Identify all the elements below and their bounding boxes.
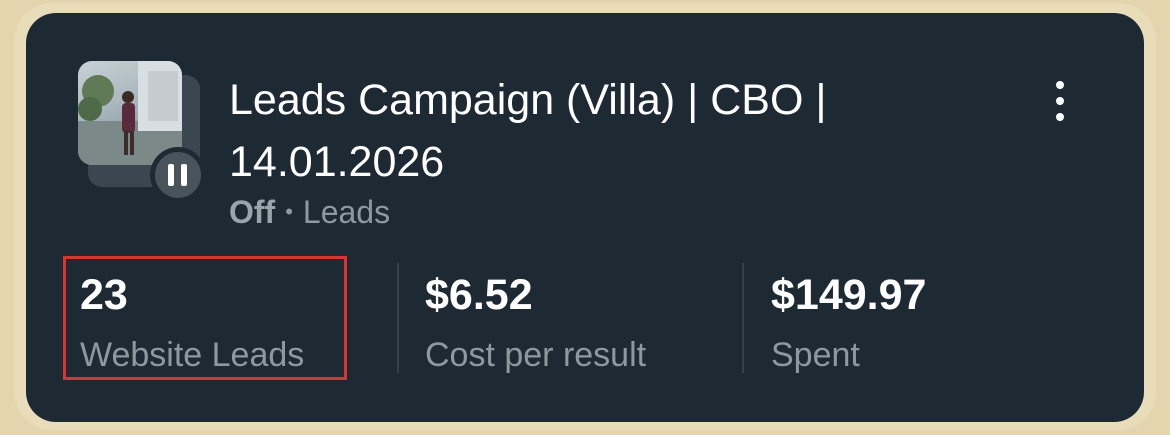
campaign-card[interactable]: Leads Campaign (Villa) | CBO | 14.01.202…	[26, 13, 1144, 422]
highlight-box	[63, 256, 347, 380]
campaign-subtitle: Off • Leads	[229, 194, 390, 231]
metric-value: $6.52	[425, 271, 533, 319]
pause-icon	[155, 152, 201, 198]
campaign-title[interactable]: Leads Campaign (Villa) | CBO | 14.01.202…	[229, 69, 989, 193]
metric-label: Cost per result	[425, 336, 647, 374]
campaign-objective: Leads	[302, 194, 391, 230]
metric-divider	[742, 263, 744, 373]
metric-value: $149.97	[771, 271, 927, 319]
more-vertical-icon[interactable]	[1042, 77, 1078, 125]
separator-dot: •	[285, 199, 293, 224]
campaign-status: Off	[229, 194, 276, 230]
metric-divider	[397, 263, 399, 373]
metric-spent: $149.97 Spent	[771, 270, 926, 378]
paused-status-badge	[150, 147, 206, 203]
metric-label: Spent	[771, 336, 860, 374]
metric-cost-per-result: $6.52 Cost per result	[425, 270, 646, 378]
